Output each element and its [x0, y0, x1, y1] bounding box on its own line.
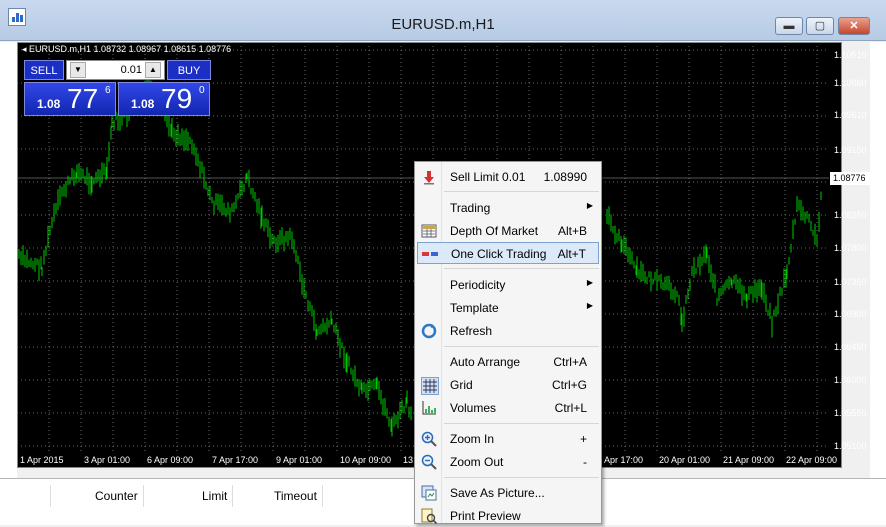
right-strip — [870, 42, 886, 478]
submenu-arrow-icon: ▶ — [586, 278, 593, 287]
menu-separator — [444, 268, 599, 269]
left-strip — [0, 42, 17, 478]
print-preview-icon — [421, 508, 437, 524]
menu-item-save-as-picture[interactable]: Save As Picture... — [417, 482, 599, 504]
window-titlebar: EURUSD.m,H1 ▬ ▢ ✕ — [0, 0, 886, 41]
y-axis-label: 1.10510 — [834, 50, 867, 60]
menu-item-trading[interactable]: Trading ▶ — [417, 197, 599, 219]
menu-item-zoom-out[interactable]: Zoom Out - — [417, 451, 599, 473]
menu-item-grid[interactable]: Grid Ctrl+G — [417, 374, 599, 396]
y-axis-label: 1.05100 — [834, 441, 867, 451]
window-title: EURUSD.m,H1 — [391, 16, 495, 33]
chart-context-menu: Sell Limit 0.01 1.08990 Trading ▶ Depth … — [414, 161, 602, 524]
menu-item-template[interactable]: Template ▶ — [417, 297, 599, 319]
y-axis-label: 1.06900 — [834, 309, 867, 319]
x-axis-label: 6 Apr 09:00 — [147, 455, 194, 465]
y-axis-label: 1.09610 — [834, 110, 867, 120]
column-separator — [322, 485, 323, 507]
menu-item-auto-arrange[interactable]: Auto Arrange Ctrl+A — [417, 351, 599, 373]
menu-separator — [444, 191, 599, 192]
buy-price-fraction: 0 — [199, 85, 205, 96]
close-button[interactable]: ✕ — [838, 17, 870, 35]
refresh-icon — [421, 323, 437, 339]
menu-item-periodicity[interactable]: Periodicity ▶ — [417, 274, 599, 296]
x-axis-label: 10 Apr 09:00 — [340, 455, 392, 465]
column-separator — [143, 485, 144, 507]
sell-limit-arrow-icon — [424, 171, 434, 185]
sell-price-pips: 77 — [67, 83, 99, 114]
buy-price-button[interactable]: 1.08 79 0 — [118, 82, 210, 116]
lot-decrease-button[interactable]: ▼ — [70, 62, 86, 78]
chart-header-arrow-icon: ◂ — [22, 44, 27, 54]
menu-separator — [444, 346, 599, 347]
x-axis-label: 7 Apr 17:00 — [212, 455, 259, 465]
menu-item-one-click-trading[interactable]: One Click Trading Alt+T — [417, 242, 599, 264]
sell-button[interactable]: SELL — [24, 60, 64, 80]
column-header-limit[interactable]: Limit — [202, 489, 227, 503]
x-axis-label: 9 Apr 01:00 — [276, 455, 323, 465]
y-axis-label: 1.10060 — [834, 78, 867, 88]
depth-of-market-icon — [421, 224, 437, 238]
buy-button[interactable]: BUY — [167, 60, 211, 80]
y-axis-label: 1.07350 — [834, 277, 867, 287]
buy-price-pips: 79 — [161, 83, 193, 114]
x-axis-label: 3 Apr 01:00 — [84, 455, 131, 465]
save-picture-icon — [421, 485, 437, 501]
maximize-button[interactable]: ▢ — [806, 17, 834, 35]
x-axis-label: 13 — [403, 455, 414, 465]
menu-item-refresh[interactable]: Refresh — [417, 320, 599, 342]
minimize-button[interactable]: ▬ — [775, 17, 803, 35]
y-axis-label: 1.08250 — [834, 210, 867, 220]
x-axis-label: 21 Apr 09:00 — [723, 455, 775, 465]
lot-size-field[interactable]: ▼ 0.01 ▲ — [66, 60, 165, 80]
zoom-out-icon — [421, 454, 437, 470]
column-header-counter[interactable]: Counter — [95, 489, 138, 503]
x-axis-label: 1 Apr 2015 — [20, 455, 64, 465]
submenu-arrow-icon: ▶ — [586, 301, 593, 310]
submenu-arrow-icon: ▶ — [586, 201, 593, 210]
menu-item-sell-limit[interactable]: Sell Limit 0.01 1.08990 — [417, 166, 599, 188]
y-axis-label: 1.06000 — [834, 375, 867, 385]
sell-price-prefix: 1.08 — [37, 97, 61, 111]
menu-item-zoom-in[interactable]: Zoom In + — [417, 428, 599, 450]
sell-price-fraction: 6 — [105, 85, 111, 96]
one-click-trading-icon — [422, 252, 438, 256]
y-axis-label: 1.05550 — [834, 408, 867, 418]
one-click-trading-panel: SELL ▼ 0.01 ▲ BUY 1.08 77 6 1.08 79 0 — [24, 60, 211, 116]
lot-increase-button[interactable]: ▲ — [145, 62, 161, 78]
x-axis-label: 22 Apr 09:00 — [786, 455, 838, 465]
column-separator — [232, 485, 233, 507]
x-axis-label: 20 Apr 01:00 — [659, 455, 711, 465]
y-axis-label: 1.09150 — [834, 145, 867, 155]
column-header-timeout[interactable]: Timeout — [274, 489, 317, 503]
grid-icon — [421, 377, 439, 395]
buy-price-prefix: 1.08 — [131, 97, 155, 111]
current-price-label: 1.08776 — [830, 172, 872, 185]
x-axis-label: 7 Apr 17:00 — [597, 455, 644, 465]
volumes-icon — [422, 401, 436, 415]
chart-symbol-header: ◂ EURUSD.m,H1 1.08732 1.08967 1.08615 1.… — [22, 44, 231, 55]
menu-item-volumes[interactable]: Volumes Ctrl+L — [417, 397, 599, 419]
menu-separator — [444, 423, 599, 424]
zoom-in-icon — [421, 431, 437, 447]
y-axis-label: 1.07800 — [834, 243, 867, 253]
chart-header-text: EURUSD.m,H1 1.08732 1.08967 1.08615 1.08… — [29, 44, 232, 54]
sell-price-button[interactable]: 1.08 77 6 — [24, 82, 116, 116]
menu-separator — [444, 477, 599, 478]
column-separator — [50, 485, 51, 507]
lot-size-value[interactable]: 0.01 — [121, 64, 142, 76]
menu-item-depth-of-market[interactable]: Depth Of Market Alt+B — [417, 220, 599, 242]
y-axis-label: 1.06450 — [834, 342, 867, 352]
